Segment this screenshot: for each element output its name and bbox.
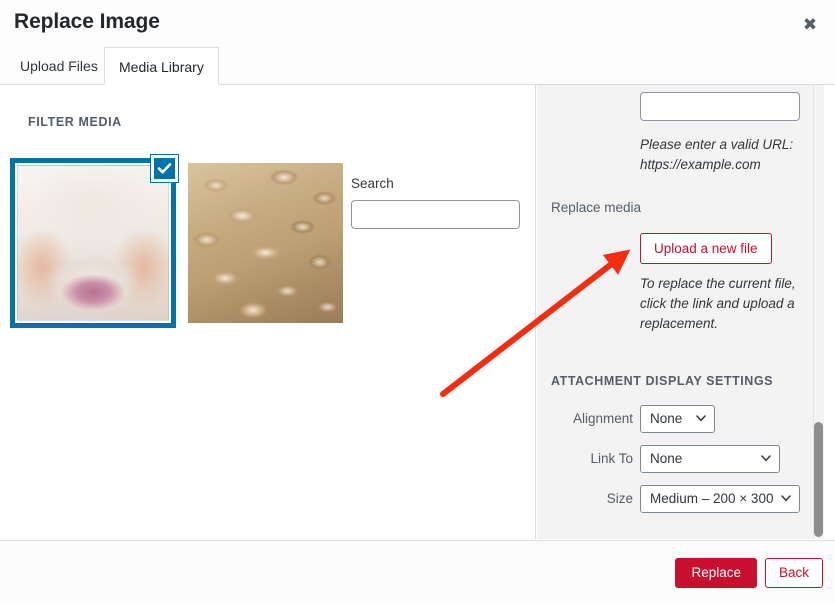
link-to-value: None (650, 451, 683, 466)
chevron-down-icon (761, 455, 771, 462)
search-label: Search (351, 176, 394, 191)
url-help-text: Please enter a valid URL: https://exampl… (640, 137, 794, 172)
modal-header: Replace Image ✖ (0, 0, 835, 45)
search-input[interactable] (351, 200, 520, 229)
thumbnail-image-onions (17, 165, 169, 321)
size-label: Size (606, 491, 633, 506)
thumbnail-image-oats (188, 163, 343, 323)
media-item-selected[interactable] (10, 155, 178, 328)
modal-tabs: Upload Files Media Library (0, 46, 835, 85)
chevron-down-icon (781, 495, 791, 502)
media-item-oats[interactable] (188, 163, 343, 323)
sidebar-scrollbar-track[interactable] (813, 85, 824, 539)
upload-a-new-file-button[interactable]: Upload a new file (640, 233, 772, 264)
attachment-display-settings-heading: ATTACHMENT DISPLAY SETTINGS (551, 374, 774, 388)
link-to-label: Link To (590, 451, 633, 466)
media-library-panel: FILTER MEDIA Search (0, 85, 536, 539)
alignment-select[interactable]: None (640, 405, 715, 433)
url-field[interactable] (640, 92, 800, 121)
chevron-down-icon (696, 415, 706, 422)
selected-check-icon[interactable] (151, 155, 178, 182)
size-select[interactable]: Medium – 200 × 300 (640, 485, 800, 513)
close-icon[interactable]: ✖ (799, 14, 821, 36)
replace-help-text: To replace the current file, click the l… (640, 276, 796, 331)
tab-upload-files[interactable]: Upload Files (6, 47, 112, 85)
alignment-label: Alignment (572, 411, 633, 426)
alignment-value: None (650, 411, 683, 426)
replace-image-modal: Replace Image ✖ Upload Files Media Libra… (0, 0, 835, 603)
back-button[interactable]: Back (764, 558, 823, 588)
size-value: Medium – 200 × 300 (650, 491, 774, 506)
filter-media-label: FILTER MEDIA (28, 115, 122, 129)
tab-media-library[interactable]: Media Library (104, 47, 219, 85)
replace-media-label: Replace media (551, 200, 642, 215)
sidebar-scrollbar-thumb[interactable] (814, 422, 823, 537)
page-title: Replace Image (14, 10, 160, 33)
replace-button[interactable]: Replace (675, 558, 757, 588)
modal-footer: Replace Back (0, 540, 835, 603)
attachment-details-sidebar: Please enter a valid URL: https://exampl… (537, 85, 824, 539)
link-to-select[interactable]: None (640, 445, 780, 473)
